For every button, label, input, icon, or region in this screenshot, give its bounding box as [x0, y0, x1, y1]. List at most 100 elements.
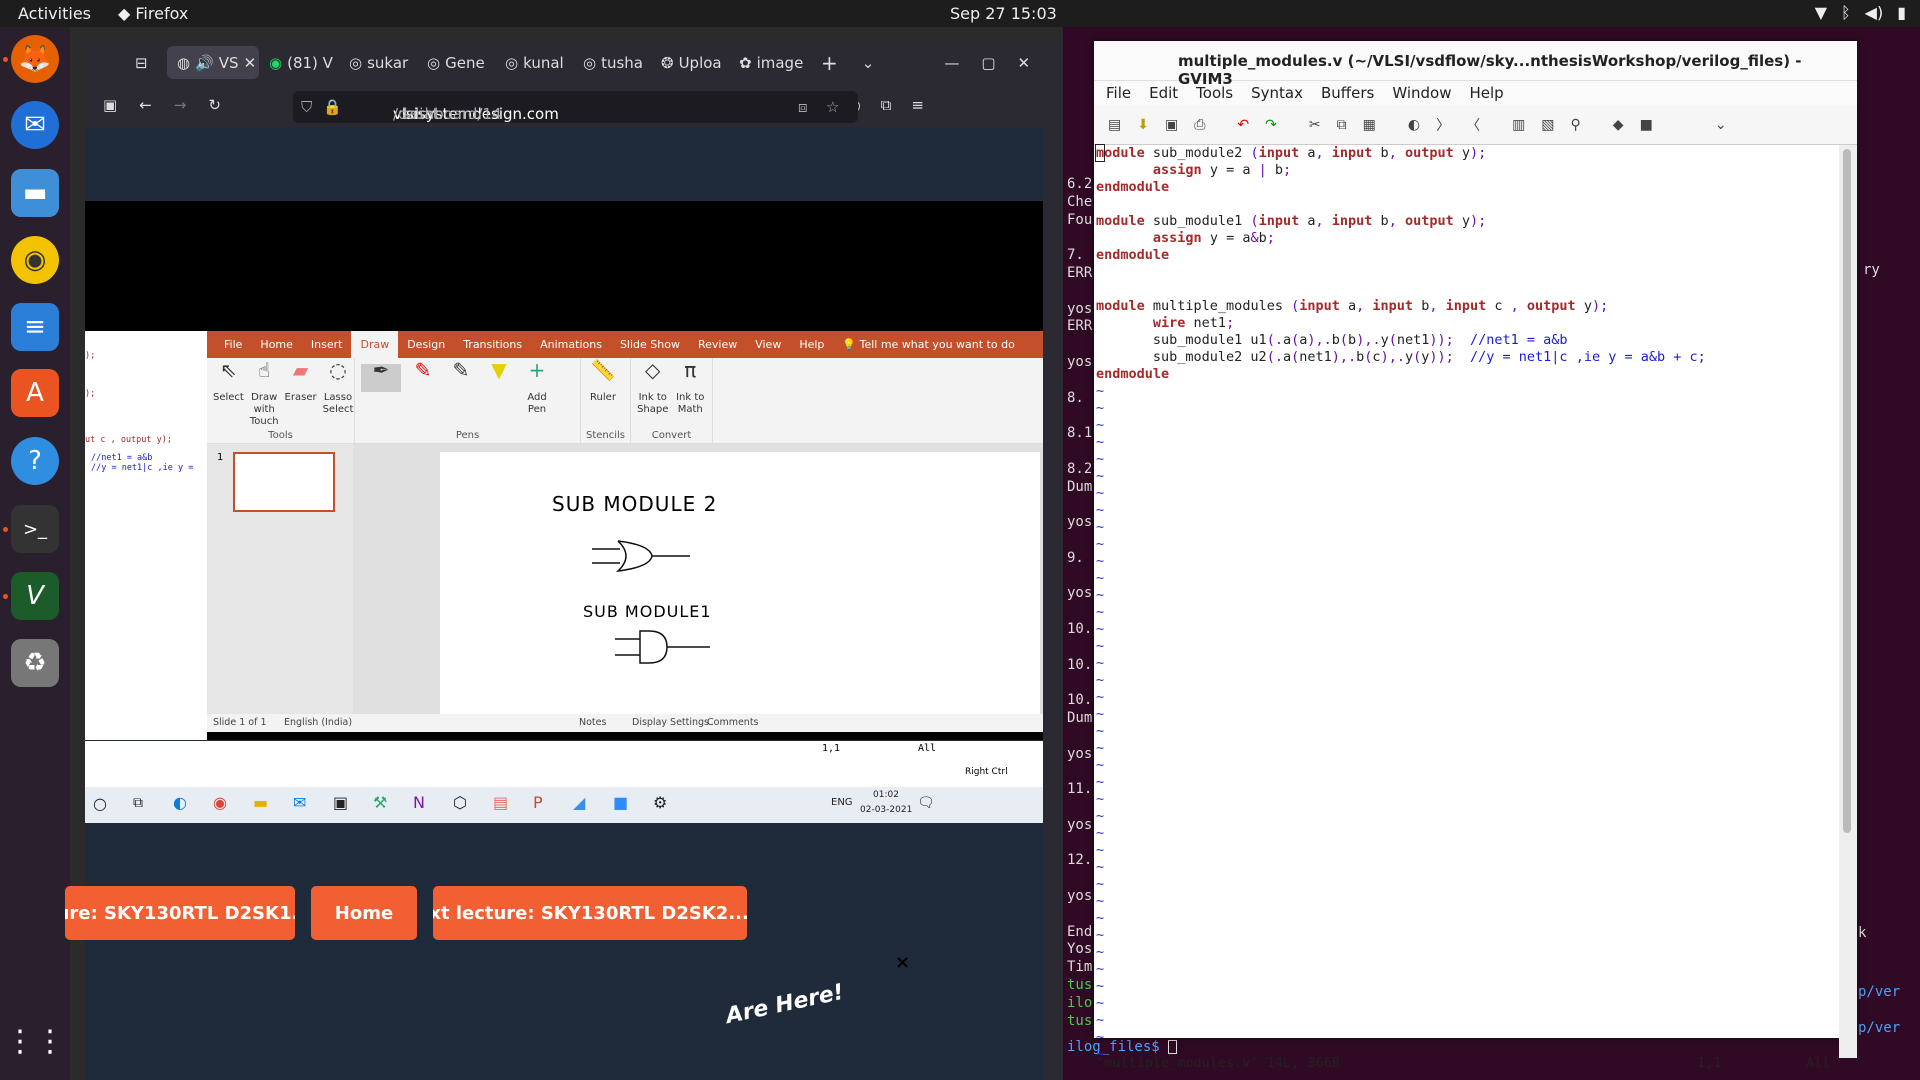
close-icon[interactable]: ×: [895, 952, 910, 973]
ribbon-tab-view[interactable]: View: [746, 338, 790, 351]
trash-icon[interactable]: ♻: [11, 639, 59, 687]
notification-icon[interactable]: 🗨: [917, 795, 935, 811]
url-bar[interactable]: ⛉ 🔒 vsdiat. vlsisystemdesign.com/dashboar…: [293, 91, 858, 123]
print-icon[interactable]: ⎙: [1194, 117, 1205, 133]
system-tray[interactable]: ▼ ᛒ ◀) ▮: [1815, 3, 1906, 22]
minimize-button[interactable]: —: [944, 54, 959, 72]
paste-icon[interactable]: ▦: [1363, 117, 1376, 133]
ink-to-shape-button[interactable]: ◇ Ink to Shape: [637, 360, 669, 416]
display-settings-button[interactable]: Display Settings: [632, 717, 709, 728]
tell-me-search[interactable]: 💡 Tell me what you want to do: [833, 338, 1023, 351]
thunderbird-icon[interactable]: ✉: [11, 101, 59, 149]
writer-icon[interactable]: ≡: [11, 303, 59, 351]
tab-close-icon[interactable]: ✕: [244, 54, 257, 72]
ribbon-tab-slideshow[interactable]: Slide Show: [611, 338, 689, 351]
close-button[interactable]: ✕: [1018, 54, 1031, 72]
vim-icon[interactable]: V: [11, 572, 59, 620]
firefox-icon[interactable]: 🦊: [11, 35, 59, 83]
tag-icon[interactable]: ■: [1640, 117, 1653, 133]
clock[interactable]: Sep 27 15:03: [950, 4, 1057, 23]
menu-edit[interactable]: Edit: [1149, 84, 1178, 102]
pen-red[interactable]: ✎: [407, 360, 439, 392]
replace-icon[interactable]: ◐: [1408, 117, 1420, 133]
find-prev-icon[interactable]: 〈: [1466, 115, 1480, 135]
tab-github-tusha[interactable]: ◎ tusha: [573, 46, 651, 79]
notes-button[interactable]: Notes: [579, 717, 606, 728]
load-icon[interactable]: ⬇: [1137, 117, 1149, 133]
explorer-icon[interactable]: ▬: [253, 793, 268, 812]
tab-github-kunal[interactable]: ◎ kunal: [495, 46, 573, 79]
ribbon-tab-file[interactable]: File: [215, 338, 251, 351]
ribbon-tab-insert[interactable]: Insert: [302, 338, 352, 351]
activities-button[interactable]: Activities: [18, 4, 91, 23]
highlighter-yellow[interactable]: ▼: [483, 360, 515, 392]
redo-icon[interactable]: ↷: [1265, 117, 1277, 133]
ribbon-tab-draw[interactable]: Draw: [351, 331, 399, 358]
load-session-icon[interactable]: ▥: [1512, 117, 1525, 133]
gvim-editor[interactable]: module sub_module2 (input a, input b, ou…: [1094, 144, 1839, 1062]
software-icon[interactable]: A: [11, 369, 59, 417]
video-player[interactable]: ); ); ut c , output y); //net1 = a&b //y…: [85, 201, 1043, 823]
cube-icon[interactable]: ⬡: [453, 793, 467, 812]
new-tab-button[interactable]: +: [821, 51, 838, 75]
app-icon[interactable]: ⚒: [373, 793, 387, 812]
virtualbox-icon[interactable]: ◢: [573, 793, 585, 812]
prev-lecture-button[interactable]: ture: SKY130RTL D2SK1...: [65, 886, 295, 940]
extensions-icon[interactable]: ⧉: [881, 96, 892, 114]
ribbon-tab-help[interactable]: Help: [790, 338, 833, 351]
files-icon[interactable]: ▬: [11, 169, 59, 217]
ribbon-tab-transitions[interactable]: Transitions: [454, 338, 531, 351]
make-icon[interactable]: ◆: [1613, 117, 1624, 133]
next-lecture-button[interactable]: Next lecture: SKY130RTL D2SK2...→: [433, 886, 747, 940]
open-icon[interactable]: ▤: [1108, 117, 1121, 133]
pen-black[interactable]: ✒: [361, 360, 401, 392]
gvim-window[interactable]: multiple_modules.v (~/VLSI/vsdflow/sky..…: [1094, 41, 1857, 1071]
pdf-icon[interactable]: ▤: [493, 793, 508, 812]
chrome-icon[interactable]: ◉: [213, 793, 227, 812]
ruler-button[interactable]: 📏 Ruler: [587, 360, 619, 404]
slide-1[interactable]: SUB MODULE 2 SUB MODULE1: [440, 452, 1040, 715]
tab-image[interactable]: ✿ image: [729, 46, 809, 79]
bookmark-star-icon[interactable]: ☆: [826, 98, 839, 116]
gvim-titlebar[interactable]: multiple_modules.v (~/VLSI/vsdflow/sky..…: [1094, 41, 1857, 88]
save-icon[interactable]: ▣: [1165, 117, 1178, 133]
save-session-icon[interactable]: ▧: [1541, 117, 1554, 133]
maximize-button[interactable]: ▢: [981, 54, 995, 72]
tab-github-gene[interactable]: ◎ Gene: [417, 46, 495, 79]
app-grid-icon[interactable]: ⋮⋮: [5, 1017, 65, 1065]
settings-gear-icon[interactable]: ⚙: [653, 793, 667, 812]
ribbon-tab-animations[interactable]: Animations: [531, 338, 611, 351]
onenote-icon[interactable]: N: [413, 793, 425, 812]
rhythmbox-icon[interactable]: ◉: [11, 236, 59, 284]
cut-icon[interactable]: ✂: [1309, 117, 1321, 133]
tab-list-icon[interactable]: ⌄: [862, 54, 875, 72]
find-next-icon[interactable]: 〉: [1436, 115, 1450, 135]
menu-icon[interactable]: ≡: [911, 96, 924, 114]
forward-button[interactable]: →: [174, 96, 187, 114]
powerpoint-icon[interactable]: P: [533, 793, 543, 812]
terminal-icon[interactable]: >_: [11, 505, 59, 553]
tab-github-sukar[interactable]: ◎ sukar: [339, 46, 417, 79]
tab-whatsapp[interactable]: ◉ (81) V: [259, 46, 339, 79]
zoom-icon[interactable]: ■: [613, 793, 628, 812]
copy-icon[interactable]: ⧉: [1337, 117, 1347, 133]
tab-upload[interactable]: ❂ Uploa: [651, 46, 729, 79]
chevron-down-icon[interactable]: ⌄: [1715, 117, 1727, 133]
search-circle-icon[interactable]: ○: [93, 794, 107, 813]
store-icon[interactable]: ▣: [333, 793, 348, 812]
task-view-icon[interactable]: ⧉: [133, 795, 143, 811]
pen-dark[interactable]: ✎: [445, 360, 477, 392]
eraser-tool[interactable]: ▰ Eraser: [285, 360, 317, 404]
home-button[interactable]: Home: [311, 886, 417, 940]
comments-button[interactable]: Comments: [707, 717, 759, 728]
ribbon-tab-design[interactable]: Design: [398, 338, 454, 351]
ink-to-math-button[interactable]: π Ink to Math: [675, 360, 707, 416]
firefox-window[interactable]: ⊟ ◍ 🔊 VS ✕ ◉ (81) V ◎ sukar ◎ Gene ◎ kunal ◎ tus…: [65, 41, 1063, 1080]
slide-thumbnail-1[interactable]: [233, 452, 335, 512]
undo-icon[interactable]: ↶: [1237, 117, 1249, 133]
add-pen-button[interactable]: + Add Pen: [521, 360, 553, 416]
tab-vsd[interactable]: ◍ 🔊 VS ✕: [167, 46, 259, 79]
app-menu[interactable]: ◆ Firefox: [118, 4, 188, 23]
sidebar-icon[interactable]: ▣: [103, 96, 117, 114]
powerpoint-window[interactable]: File Home Insert Draw Design Transitions…: [207, 331, 1043, 732]
